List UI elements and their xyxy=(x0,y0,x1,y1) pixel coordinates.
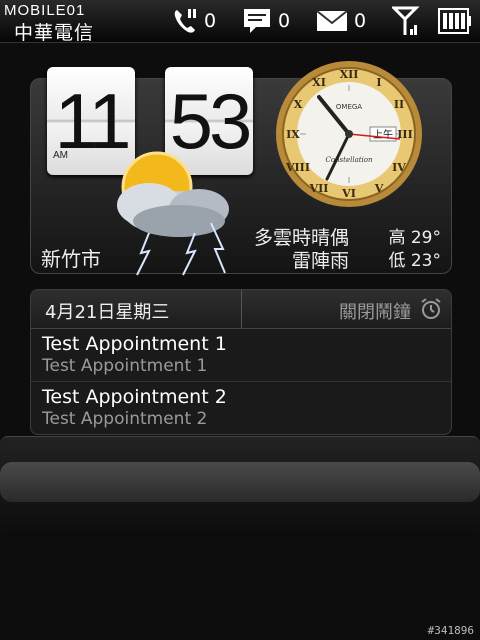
low-temperature: 低 23° xyxy=(388,250,441,273)
high-value: 29° xyxy=(410,228,441,248)
appointment-item[interactable]: Test Appointment 1 Test Appointment 1 xyxy=(31,329,451,381)
appointment-title: Test Appointment 1 xyxy=(42,333,227,355)
high-label: 高 xyxy=(388,228,406,248)
watermark-id: #341896 xyxy=(427,624,474,637)
weather-city[interactable]: 新竹市 xyxy=(41,243,101,272)
message-icon xyxy=(244,9,270,33)
alarm-clock-icon[interactable] xyxy=(419,297,443,321)
svg-text:IX: IX xyxy=(286,128,300,141)
svg-text:XI: XI xyxy=(312,76,326,89)
header-divider xyxy=(241,290,242,328)
battery-indicator[interactable] xyxy=(438,6,472,36)
watch-ampm: 上午 xyxy=(373,128,393,141)
phone-icon xyxy=(174,9,196,33)
battery-icon xyxy=(438,8,471,34)
messages-indicator[interactable]: 0 xyxy=(242,6,290,36)
appointment-title: Test Appointment 2 xyxy=(42,386,227,408)
svg-text:VII: VII xyxy=(309,182,329,195)
calendar-date[interactable]: 4月21日星期三 xyxy=(45,298,169,324)
svg-text:VIII: VIII xyxy=(285,161,310,174)
alarm-toggle-label[interactable]: 關閉鬧鐘 xyxy=(339,298,411,324)
email-count: 0 xyxy=(354,10,367,32)
email-indicator[interactable]: 0 xyxy=(316,6,366,36)
calendar-header: 4月21日星期三 關閉鬧鐘 xyxy=(31,290,451,329)
appointment-item[interactable]: Test Appointment 2 Test Appointment 2 xyxy=(31,382,451,434)
svg-text:VI: VI xyxy=(341,187,356,200)
low-value: 23° xyxy=(410,251,441,271)
weather-condition: 多雲時晴偶 雷陣雨 xyxy=(254,227,349,273)
analog-watch-icon[interactable]: XII III VI IX I II IV V VII VIII X XI OM… xyxy=(274,59,424,209)
watch-model: Constellation xyxy=(325,156,373,164)
carrier-area[interactable]: MOBILE01 中華電信 xyxy=(4,2,128,44)
watch-brand: OMEGA xyxy=(336,103,362,111)
svg-text:X: X xyxy=(294,98,303,111)
appointment-subtitle: Test Appointment 1 xyxy=(42,356,208,376)
svg-text:V: V xyxy=(374,182,384,195)
svg-text:XII: XII xyxy=(340,68,359,81)
missed-calls-indicator[interactable]: 0 xyxy=(172,6,216,36)
weather-condition-line1: 多雲時晴偶 xyxy=(253,227,349,249)
weather-thunderstorm-icon xyxy=(117,151,229,276)
missed-calls-count: 0 xyxy=(204,10,217,32)
tray-handle[interactable] xyxy=(0,462,480,502)
svg-text:II: II xyxy=(394,98,404,111)
svg-text:IV: IV xyxy=(392,161,406,174)
clock-weather-widget[interactable]: 11 AM 53 XII III VI IX I II IV V VII VII… xyxy=(30,61,452,276)
low-label: 低 xyxy=(388,251,406,271)
messages-count: 0 xyxy=(278,10,291,32)
status-bar: MOBILE01 中華電信 0 0 0 xyxy=(0,0,480,44)
watermark-brand: MOBILE01 xyxy=(4,2,86,19)
high-temperature: 高 29° xyxy=(388,227,441,250)
signal-antenna-icon xyxy=(392,6,420,35)
mail-icon xyxy=(316,10,348,31)
weather-condition-line2: 雷陣雨 xyxy=(291,250,349,272)
calendar-widget: 4月21日星期三 關閉鬧鐘 Test Appointment 1 Test Ap… xyxy=(30,289,452,435)
appointment-subtitle: Test Appointment 2 xyxy=(42,409,208,429)
signal-indicator[interactable] xyxy=(392,6,420,36)
svg-text:I: I xyxy=(376,76,381,89)
clock-ampm: AM xyxy=(53,150,68,161)
temperature-range: 高 29° 低 23° xyxy=(388,227,441,273)
carrier-name: 中華電信 xyxy=(14,22,95,44)
